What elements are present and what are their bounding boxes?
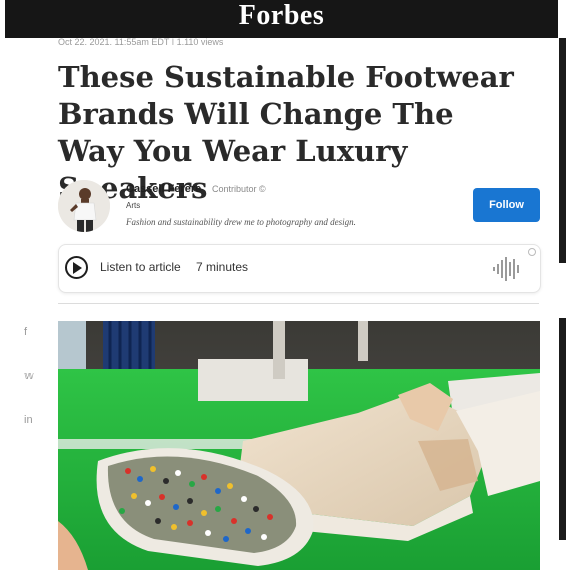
author-name[interactable]: Cassell Ferere [126,183,201,195]
author-photo [58,180,110,232]
article-meta: Oct 22, 2021, 11:55am EDT | 1,110 views [58,37,224,45]
listen-label: Listen to article [100,260,181,274]
section-divider [58,303,539,304]
right-edge-strip-bottom [559,318,566,540]
twitter-share-icon[interactable]: 𝕨 [24,369,34,382]
facebook-share-icon[interactable]: f [24,326,27,338]
author-avatar[interactable] [58,180,110,232]
listen-duration: 7 minutes [196,260,249,274]
top-navigation-bar: Forbes [5,0,558,38]
linkedin-share-icon[interactable]: in [24,414,33,426]
waveform-icon [493,257,519,281]
author-role: Contributor © [212,184,266,194]
forbes-logo[interactable]: Forbes [5,1,558,31]
play-icon[interactable] [65,256,88,279]
right-edge-strip-top [559,38,566,263]
follow-button[interactable]: Follow [473,188,540,222]
hero-image [58,321,540,570]
author-category[interactable]: Arts [126,201,140,210]
listen-to-article-player[interactable]: Listen to article 7 minutes [58,244,541,293]
ad-choices-icon[interactable] [528,248,536,256]
author-bio: Fashion and sustainability drew me to ph… [126,217,356,227]
